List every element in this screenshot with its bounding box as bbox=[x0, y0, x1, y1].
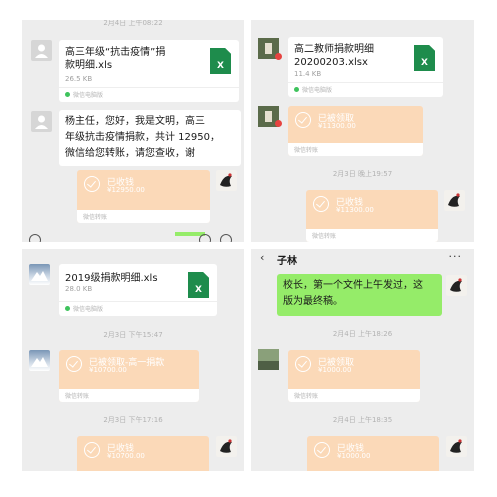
transfer-source: 微信转账 bbox=[294, 393, 319, 400]
transfer-card[interactable]: 已被领取-高一捐款 ¥10700.00 微信转账 bbox=[59, 350, 199, 402]
check-circle-icon bbox=[314, 442, 330, 458]
file-source: 微信电脑版 bbox=[288, 82, 443, 97]
transfer-source: 微信转账 bbox=[83, 214, 108, 221]
transfer-amount: ¥10700.00 bbox=[89, 366, 127, 374]
transfer-amount: ¥10700.00 bbox=[107, 452, 145, 460]
transfer-amount: ¥1000.00 bbox=[337, 452, 371, 460]
timestamp: 2月4日 上午08:22 bbox=[103, 20, 163, 27]
excel-file-icon: X bbox=[210, 48, 231, 74]
chat-panel-1: 2月4日 上午08:22 高三年级“抗击疫情”捐 款明细.xls 26.5 KB… bbox=[22, 20, 244, 242]
transfer-card[interactable]: 已被领取 ¥11300.00 微信转账 bbox=[288, 106, 423, 156]
chat-panel-2: 高二教师捐款明细 20200203.xlsx 11.4 KB X 微信电脑版 已… bbox=[251, 20, 474, 242]
check-circle-icon bbox=[66, 356, 82, 372]
file-source: 微信电脑版 bbox=[59, 301, 217, 316]
chat-panel-3: 2019级捐款明细.xls 28.0 KB X 微信电脑版 2月3日 下午15:… bbox=[22, 249, 244, 471]
transfer-card[interactable]: 已收钱 ¥10700.00 bbox=[77, 436, 209, 471]
timestamp: 2月3日 下午15:47 bbox=[103, 331, 163, 339]
transfer-source: 微信转账 bbox=[312, 233, 337, 240]
my-avatar[interactable] bbox=[216, 436, 237, 457]
file-name: 高二教师捐款明细 20200203.xlsx bbox=[294, 44, 374, 68]
file-size: 26.5 KB bbox=[65, 75, 93, 83]
message-line: 年级抗击疫情捐款，共计 12950， bbox=[65, 132, 220, 143]
file-message[interactable]: 高二教师捐款明细 20200203.xlsx 11.4 KB X 微信电脑版 bbox=[288, 37, 443, 97]
transfer-card[interactable]: 已收钱 ¥11300.00 微信转账 bbox=[306, 190, 438, 242]
add-icon[interactable] bbox=[220, 234, 232, 242]
more-button[interactable]: ··· bbox=[449, 250, 463, 263]
excel-file-icon: X bbox=[188, 272, 209, 298]
check-circle-icon bbox=[84, 176, 100, 192]
my-avatar[interactable] bbox=[444, 190, 465, 211]
message-line: 杨主任，您好，我是文明，高三 bbox=[65, 116, 205, 127]
chat-title: 子林 bbox=[277, 256, 297, 267]
timestamp: 2月4日 上午18:35 bbox=[332, 416, 393, 424]
transfer-source: 微信转账 bbox=[65, 393, 90, 400]
file-message[interactable]: 2019级捐款明细.xls 28.0 KB X 微信电脑版 bbox=[59, 264, 217, 316]
unread-badge bbox=[275, 53, 282, 60]
file-name: 高三年级“抗击疫情”捐 款明细.xls bbox=[65, 47, 166, 71]
timestamp: 2月3日 下午17:16 bbox=[103, 416, 163, 424]
check-circle-icon bbox=[295, 356, 311, 372]
contact-avatar[interactable] bbox=[29, 264, 50, 285]
transfer-card[interactable]: 已收钱 ¥1000.00 bbox=[307, 436, 439, 471]
file-message[interactable]: 高三年级“抗击疫情”捐 款明细.xls 26.5 KB X 微信电脑版 bbox=[59, 40, 239, 102]
unread-badge bbox=[275, 120, 282, 127]
check-circle-icon bbox=[313, 196, 329, 212]
check-circle-icon bbox=[295, 112, 311, 128]
timestamp: 2月4日 上午18:26 bbox=[332, 330, 393, 338]
my-avatar[interactable] bbox=[446, 436, 467, 457]
message-line: 版为最终稿。 bbox=[283, 296, 343, 307]
contact-avatar[interactable] bbox=[31, 111, 52, 132]
transfer-amount: ¥1000.00 bbox=[318, 366, 352, 374]
transfer-amount: ¥12950.00 bbox=[107, 186, 145, 194]
file-size: 11.4 KB bbox=[294, 70, 322, 78]
excel-file-icon: X bbox=[414, 45, 435, 71]
file-source: 微信电脑版 bbox=[59, 87, 239, 102]
check-circle-icon bbox=[84, 442, 100, 458]
transfer-source: 微信转账 bbox=[294, 147, 319, 154]
contact-avatar[interactable] bbox=[258, 349, 279, 370]
my-avatar[interactable] bbox=[446, 275, 467, 296]
message-line: 校长，第一个文件上午发过，这 bbox=[283, 280, 423, 291]
emoji-icon[interactable] bbox=[199, 234, 211, 242]
transfer-amount: ¥11300.00 bbox=[336, 206, 374, 214]
voice-icon[interactable] bbox=[29, 234, 41, 242]
timestamp: 2月3日 晚上19:57 bbox=[332, 170, 393, 178]
back-button[interactable]: ‹ bbox=[260, 251, 264, 264]
chat-panel-4: ‹ 子林 ··· 校长，第一个文件上午发过，这 版为最终稿。 2月4日 上午18… bbox=[251, 249, 474, 471]
my-avatar[interactable] bbox=[216, 170, 237, 191]
text-message[interactable]: 校长，第一个文件上午发过，这 版为最终稿。 bbox=[277, 274, 442, 316]
file-name: 2019级捐款明细.xls bbox=[65, 273, 158, 284]
contact-avatar[interactable] bbox=[29, 350, 50, 371]
transfer-amount: ¥11300.00 bbox=[318, 122, 356, 130]
transfer-card[interactable]: 已被领取 ¥1000.00 微信转账 bbox=[288, 350, 420, 402]
transfer-card[interactable]: 已收钱 ¥12950.00 微信转账 bbox=[77, 170, 210, 223]
file-size: 28.0 KB bbox=[65, 285, 93, 293]
message-line: 微信给您转账，请您查收，谢 bbox=[65, 148, 195, 159]
contact-avatar[interactable] bbox=[31, 40, 52, 61]
text-message[interactable]: 杨主任，您好，我是文明，高三 年级抗击疫情捐款，共计 12950， 微信给您转账… bbox=[59, 110, 241, 166]
